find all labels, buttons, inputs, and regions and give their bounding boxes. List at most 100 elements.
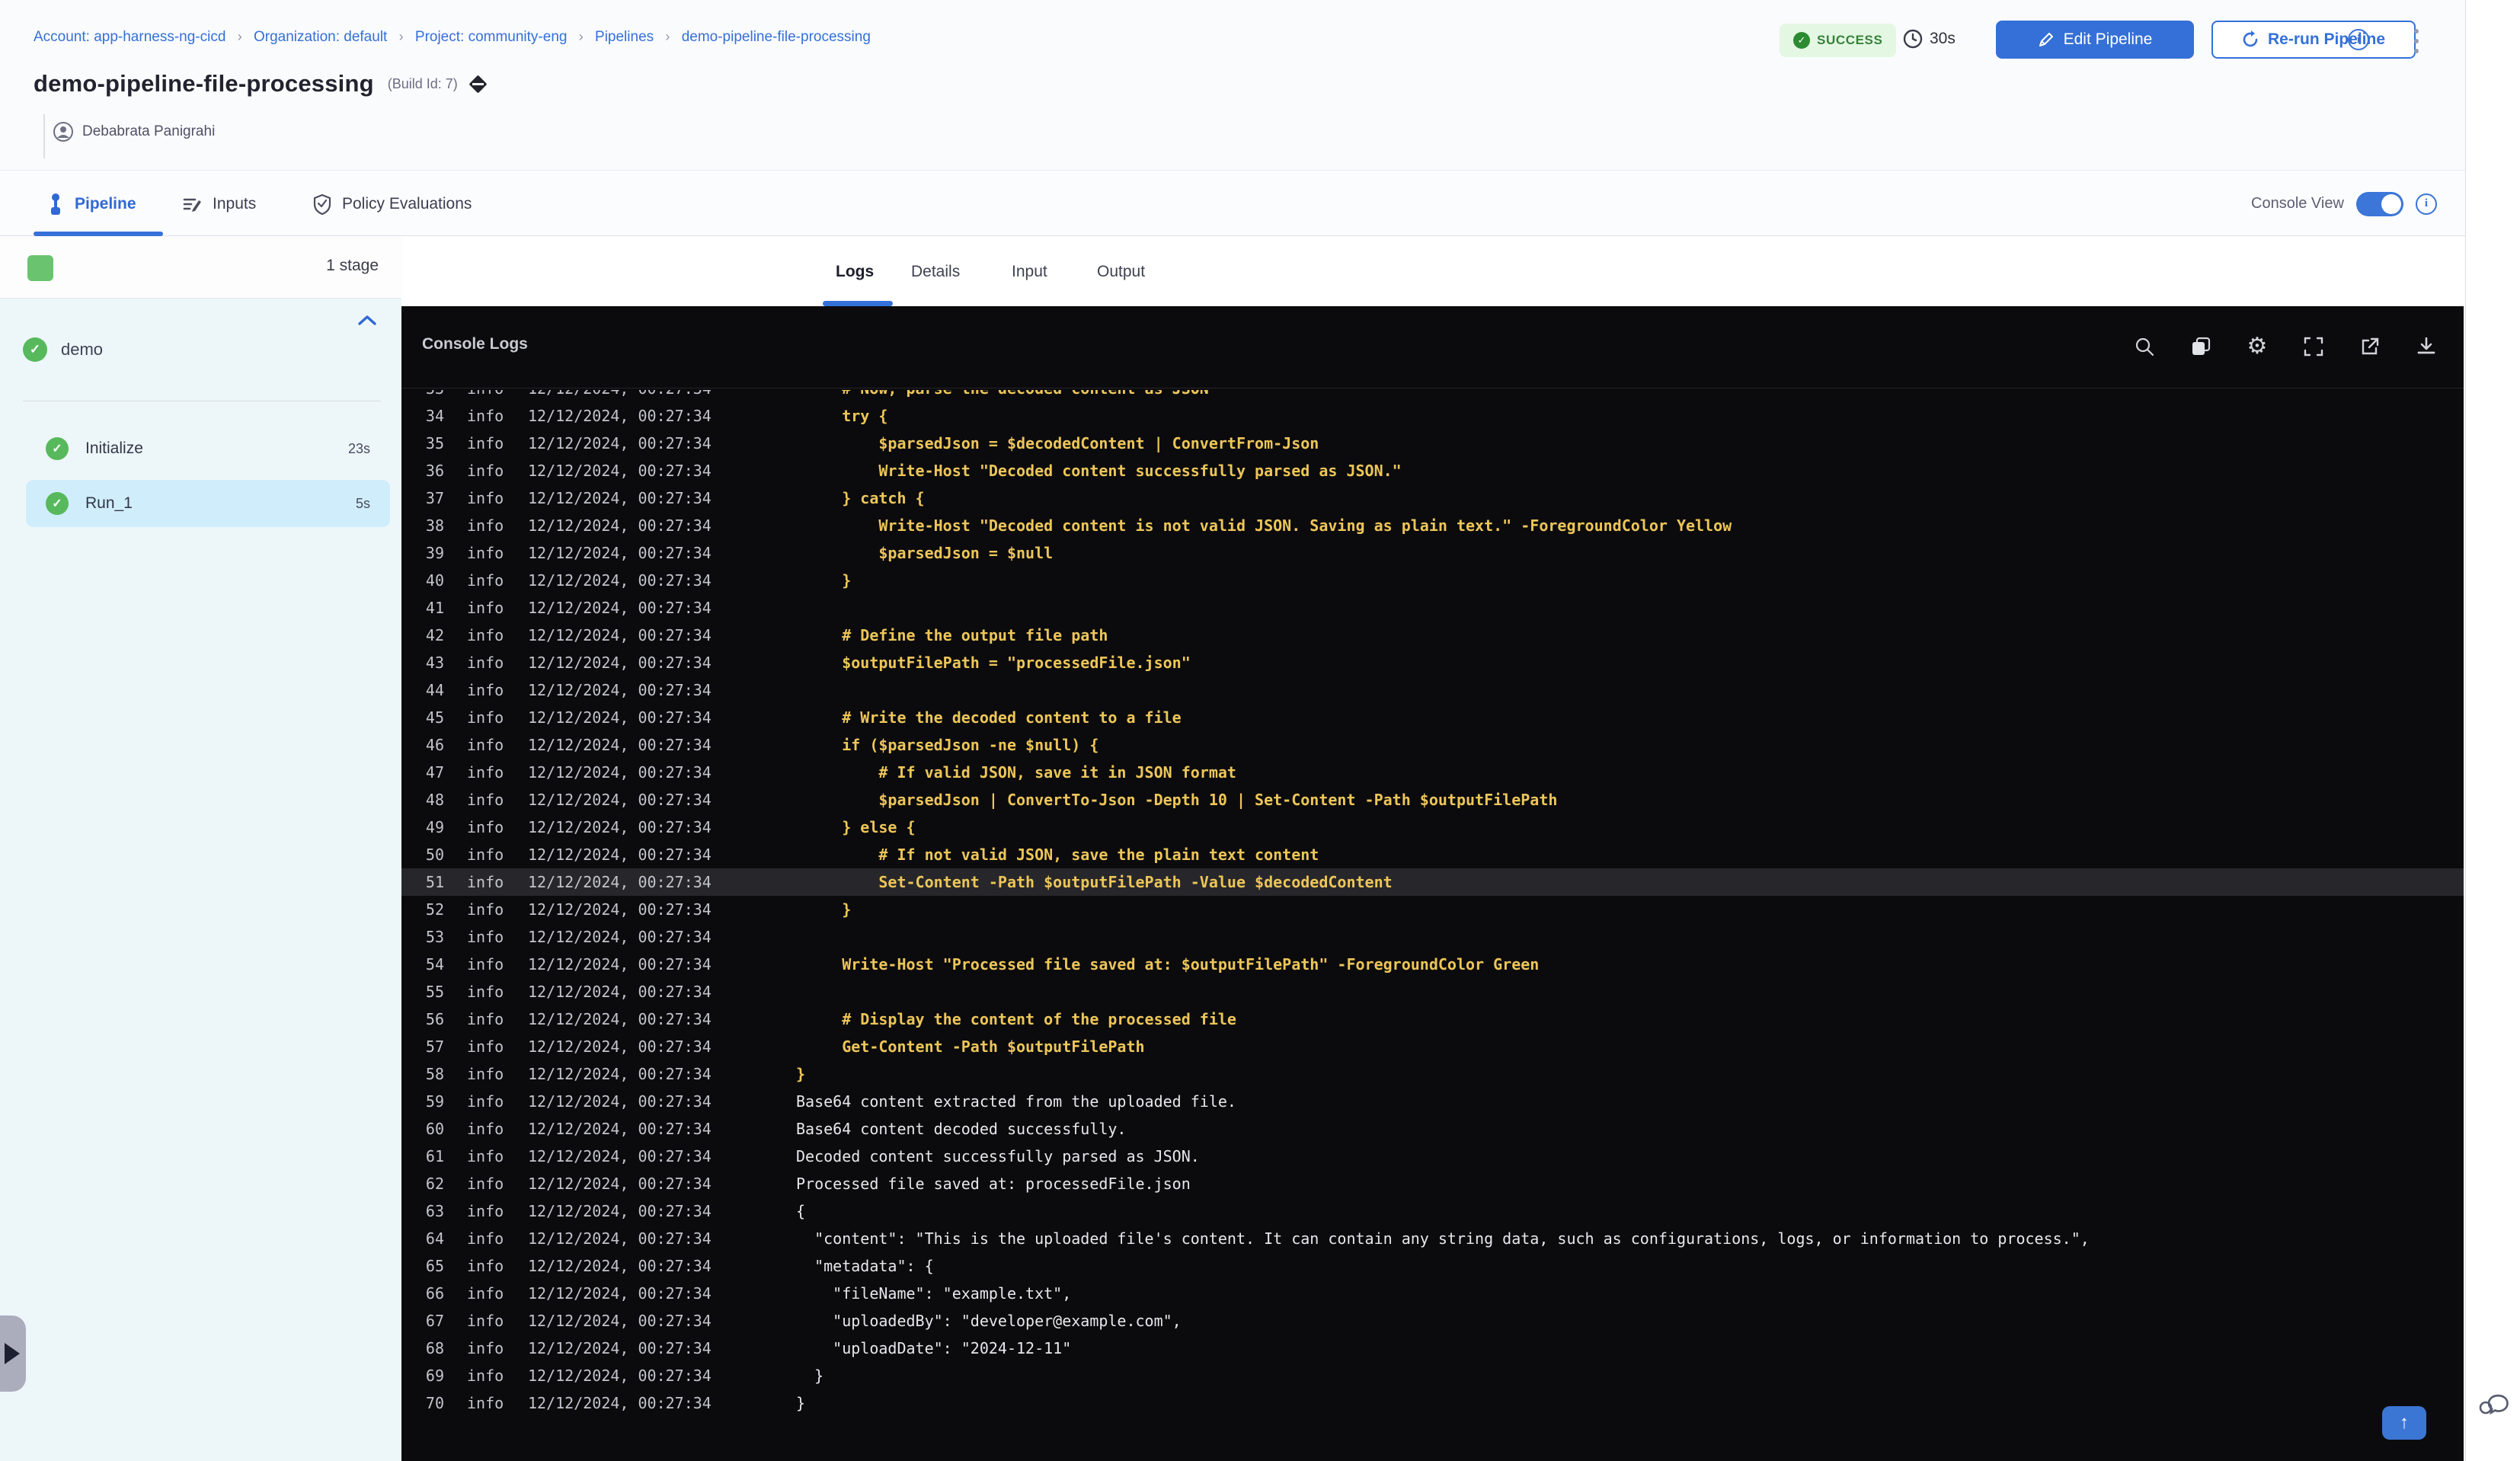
status-label: SUCCESS xyxy=(1817,33,1883,47)
log-line-54: 54 info 12/12/2024, 00:27:34 Write-Host "P… xyxy=(425,955,1540,973)
breadcrumb: Account: app-harness-ng-cicd › Organizat… xyxy=(34,29,871,46)
log-line-50: 50 info 12/12/2024, 00:27:34 # If not vali… xyxy=(425,846,1319,864)
search-icon[interactable] xyxy=(2131,329,2157,364)
status-badge: ✓ SUCCESS xyxy=(1780,24,1897,57)
copy-icon[interactable] xyxy=(2188,329,2214,364)
console-header: Console Logs ⚙ xyxy=(401,306,2464,388)
stage-status-square[interactable] xyxy=(27,255,53,281)
log-line-45: 45 info 12/12/2024, 00:27:34 # Write the d… xyxy=(425,708,1182,727)
tab-logs[interactable]: Logs xyxy=(836,237,874,306)
log-line-52: 52 info 12/12/2024, 00:27:34 } xyxy=(425,900,852,919)
breadcrumb-project[interactable]: Project: community-eng xyxy=(415,29,568,45)
yaml-diamond-icon[interactable] xyxy=(469,74,488,94)
step-name: Initialize xyxy=(85,440,143,457)
breadcrumb-pipelines[interactable]: Pipelines xyxy=(595,29,654,45)
success-check-icon: ✓ xyxy=(46,492,69,515)
download-icon[interactable] xyxy=(2413,329,2439,364)
log-line-68: 68 info 12/12/2024, 00:27:34 "uploadDate":… xyxy=(425,1339,1072,1357)
log-line-47: 47 info 12/12/2024, 00:27:34 # If valid JS… xyxy=(425,763,1236,782)
log-line-66: 66 info 12/12/2024, 00:27:34 "fileName": "… xyxy=(425,1284,1072,1303)
log-line-43: 43 info 12/12/2024, 00:27:34 $outputFilePa… xyxy=(425,654,1191,672)
breadcrumb-account[interactable]: Account: app-harness-ng-cicd xyxy=(34,29,225,45)
console-view-toggle[interactable] xyxy=(2355,191,2403,216)
log-line-36: 36 info 12/12/2024, 00:27:34 Write-Host "D… xyxy=(425,462,1402,480)
log-line-33: 33info12/12/2024, 00:27:34 # Now, parse … xyxy=(401,390,2464,402)
log-line-65: 65 info 12/12/2024, 00:27:34 "metadata": { xyxy=(425,1257,934,1275)
step-detail-tabs: Logs Details Input Output xyxy=(402,237,2465,306)
breadcrumb-pipeline-name[interactable]: demo-pipeline-file-processing xyxy=(682,29,871,45)
main-tab-bar: Pipeline Inputs Policy Evaluations Conso… xyxy=(0,171,2465,236)
fullscreen-icon[interactable] xyxy=(2301,329,2327,364)
refresh-icon xyxy=(2243,30,2258,47)
log-line-40: 40 info 12/12/2024, 00:27:34 } xyxy=(425,571,852,590)
edit-pipeline-button[interactable]: Edit Pipeline xyxy=(1996,21,2194,59)
log-line-63: 63 info 12/12/2024, 00:27:34{ xyxy=(425,1202,806,1220)
author-name: Debabrata Panigrahi xyxy=(82,123,216,139)
inputs-icon xyxy=(183,198,201,212)
log-line-44: 44 info 12/12/2024, 00:27:34 xyxy=(425,681,712,699)
user-avatar-icon xyxy=(53,122,73,142)
log-line-56: 56 info 12/12/2024, 00:27:34 # Display the… xyxy=(425,1010,1236,1028)
log-line-51: 51 info 12/12/2024, 00:27:34 Set-Content -… xyxy=(401,868,2464,896)
log-line-64: 64 info 12/12/2024, 00:27:34 "content": "T… xyxy=(425,1229,2090,1248)
log-line-60: 60 info 12/12/2024, 00:27:34 Base64 content… xyxy=(425,1120,1127,1138)
tab-policy-evaluations[interactable]: Policy Evaluations xyxy=(313,171,472,236)
stage-group-name: demo xyxy=(61,340,104,359)
expand-drawer-handle[interactable] xyxy=(0,1316,26,1392)
log-line-37: 37 info 12/12/2024, 00:27:34 } catch { xyxy=(425,489,925,507)
active-tab-underline xyxy=(34,232,163,236)
log-line-70: 70 info 12/12/2024, 00:27:34} xyxy=(425,1394,806,1412)
open-in-new-icon[interactable] xyxy=(2357,329,2383,364)
log-line-58: 58 info 12/12/2024, 00:27:34} xyxy=(425,1065,806,1083)
stage-pane: ✓ demo ✓ Initialize 23s ✓ Run_1 5s xyxy=(0,299,401,1461)
breadcrumb-separator: › xyxy=(578,29,584,44)
divider xyxy=(43,114,45,158)
tab-details[interactable]: Details xyxy=(911,237,960,306)
log-line-48: 48 info 12/12/2024, 00:27:34 $parsedJson |… xyxy=(425,791,1558,809)
chevron-up-icon[interactable] xyxy=(357,314,377,326)
execution-sidebar: 1 stage ✓ demo ✓ Initialize 23s ✓ Run_1 xyxy=(0,237,401,1461)
scroll-to-top-button[interactable]: ↑ xyxy=(2382,1406,2426,1440)
page: Account: app-harness-ng-cicd › Organizat… xyxy=(0,0,2520,1461)
tab-pipeline[interactable]: Pipeline xyxy=(47,171,136,236)
stage-count-label: 1 stage xyxy=(326,257,379,274)
log-line-69: 69 info 12/12/2024, 00:27:34 } xyxy=(425,1367,824,1385)
tab-inputs[interactable]: Inputs xyxy=(182,171,256,236)
rerun-pipeline-button[interactable]: Re-run Pipeline xyxy=(2211,21,2416,59)
stage-count-row: 1 stage xyxy=(0,237,401,299)
log-line-59: 59 info 12/12/2024, 00:27:34 Base64 content… xyxy=(425,1092,1236,1111)
page-title: demo-pipeline-file-processing xyxy=(34,70,374,97)
breadcrumb-separator: › xyxy=(237,29,242,44)
step-row-run-1[interactable]: ✓ Run_1 5s xyxy=(26,480,390,527)
duration-label: 30s xyxy=(1930,30,1956,47)
step-row-initialize[interactable]: ✓ Initialize 23s xyxy=(26,425,390,472)
success-check-icon: ✓ xyxy=(23,337,47,362)
log-line-46: 46 info 12/12/2024, 00:27:34 if ($parsedJs… xyxy=(425,736,1099,754)
breadcrumb-separator: › xyxy=(665,29,670,44)
log-line-35: 35 info 12/12/2024, 00:27:34 $parsedJson =… xyxy=(425,434,1319,452)
success-check-icon: ✓ xyxy=(46,437,69,460)
log-line-34: 34 info 12/12/2024, 00:27:34 try { xyxy=(425,407,888,425)
rerun-info-icon[interactable]: i xyxy=(2348,29,2369,50)
step-duration: 5s xyxy=(355,495,370,511)
console-view-info-icon[interactable]: i xyxy=(2415,193,2437,215)
shield-check-icon xyxy=(313,193,331,215)
settings-icon[interactable]: ⚙ xyxy=(2244,329,2270,364)
log-line-55: 55 info 12/12/2024, 00:27:34 xyxy=(425,983,712,1001)
right-rail xyxy=(2465,0,2520,1461)
clock-icon xyxy=(1903,29,1923,49)
tab-output[interactable]: Output xyxy=(1097,237,1145,306)
log-line-61: 61 info 12/12/2024, 00:27:34 Decoded conten… xyxy=(425,1147,1200,1165)
step-duration: 23s xyxy=(347,440,370,456)
stage-group-demo[interactable]: ✓ demo xyxy=(0,326,401,373)
more-options-menu[interactable] xyxy=(2409,24,2424,58)
log-line-53: 53 info 12/12/2024, 00:27:34 xyxy=(425,928,712,946)
breadcrumb-organization[interactable]: Organization: default xyxy=(254,29,387,45)
console-log-lines: 33info12/12/2024, 00:27:34 # Now, parse … xyxy=(401,390,2464,1417)
tab-input[interactable]: Input xyxy=(1012,237,1047,306)
console-log-viewport[interactable]: 33info12/12/2024, 00:27:34 # Now, parse … xyxy=(401,390,2464,1461)
console-panel: Console Logs ⚙ 34 info 12/12/2024, 00:27… xyxy=(401,306,2464,1461)
help-chat-icon[interactable] xyxy=(2477,1385,2510,1415)
log-line-38: 38 info 12/12/2024, 00:27:34 Write-Host "D… xyxy=(425,516,1732,535)
log-line-41: 41 info 12/12/2024, 00:27:34 xyxy=(425,599,712,617)
